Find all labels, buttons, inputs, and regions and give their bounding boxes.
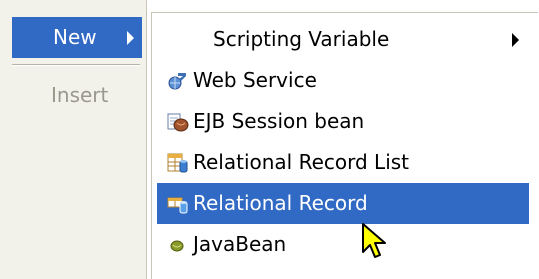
submenu-item-web-service[interactable]: Web Service xyxy=(157,60,529,101)
new-menu-item[interactable]: New xyxy=(12,17,142,58)
web-service-icon xyxy=(168,73,186,90)
submenu-item-label: Scripting Variable xyxy=(213,27,390,51)
relational-record-list-icon xyxy=(167,153,188,173)
submenu-item-relational-record[interactable]: Relational Record xyxy=(157,183,529,224)
submenu-item-label: EJB Session bean xyxy=(193,109,365,133)
context-menu-screenshot: New Insert Scripting Variable Web Servic… xyxy=(0,0,539,279)
submenu-item-label: Relational Record xyxy=(193,191,368,215)
insert-menu-item: Insert xyxy=(12,75,142,116)
parent-context-menu: New Insert xyxy=(0,0,147,279)
submenu-item-javabean[interactable]: JavaBean xyxy=(157,224,529,265)
submenu-arrow-icon xyxy=(512,33,519,47)
new-menu-label: New xyxy=(53,25,97,49)
relational-record-icon xyxy=(167,197,188,214)
javabean-icon xyxy=(170,240,184,252)
submenu-item-label: JavaBean xyxy=(193,232,287,256)
menu-separator xyxy=(12,64,140,66)
submenu-item-label: Relational Record List xyxy=(193,150,410,174)
submenu-item-ejb-session-bean[interactable]: EJB Session bean xyxy=(157,101,529,142)
mouse-cursor-icon xyxy=(362,223,386,258)
submenu-item-relational-record-list[interactable]: Relational Record List xyxy=(157,142,529,183)
submenu-arrow-icon xyxy=(127,31,134,45)
submenu-item-label: Web Service xyxy=(193,68,317,92)
new-submenu: Scripting Variable Web Service EJB Sessi… xyxy=(151,12,538,279)
insert-menu-label: Insert xyxy=(51,83,109,107)
submenu-item-scripting-variable[interactable]: Scripting Variable xyxy=(157,19,529,60)
ejb-bean-icon xyxy=(167,113,189,132)
